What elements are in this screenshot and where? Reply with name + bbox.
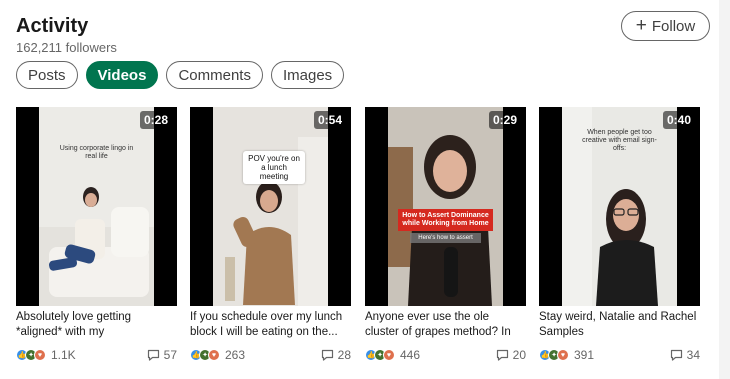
tab-images[interactable]: Images (270, 61, 345, 89)
follow-button-label: Follow (651, 17, 696, 35)
video-frame-illustration (388, 135, 492, 306)
tab-comments[interactable]: Comments (166, 61, 263, 89)
video-card[interactable]: Using corporate lingo in real life 0:28 … (16, 107, 177, 362)
video-stats: 👍 ✦ ♥ 263 28 (190, 348, 351, 362)
comment-icon (670, 349, 682, 361)
comment-count: 34 (686, 348, 700, 362)
video-overlay-text: POV you're on a lunch meeting (243, 151, 305, 184)
activity-tabs: Posts Videos Comments Images (16, 61, 345, 89)
video-duration: 0:29 (488, 111, 521, 129)
reaction-icons: 👍 ✦ ♥ (16, 349, 48, 361)
follow-button[interactable]: + Follow (621, 11, 710, 41)
video-thumbnail[interactable]: How to Assert Dominance while Working fr… (365, 107, 526, 306)
reactions[interactable]: 👍 ✦ ♥ 263 (190, 348, 245, 362)
comments[interactable]: 28 (321, 348, 351, 362)
video-thumbnail[interactable]: POV you're on a lunch meeting 0:54 (190, 107, 351, 306)
scrollbar[interactable] (719, 0, 730, 379)
love-icon: ♥ (557, 349, 569, 361)
video-stats: 👍 ✦ ♥ 446 20 (365, 348, 526, 362)
reaction-icons: 👍 ✦ ♥ (539, 349, 571, 361)
comments[interactable]: 34 (670, 348, 700, 362)
reaction-count: 263 (225, 348, 246, 362)
video-card[interactable]: When people get too creative with email … (539, 107, 700, 362)
video-stats: 👍 ✦ ♥ 1.1K 57 (16, 348, 177, 362)
video-thumbnail[interactable]: Using corporate lingo in real life 0:28 (16, 107, 177, 306)
love-icon: ♥ (208, 349, 220, 361)
comment-icon (147, 349, 159, 361)
video-frame: How to Assert Dominance while Working fr… (388, 107, 503, 306)
reaction-icons: 👍 ✦ ♥ (190, 349, 222, 361)
video-caption[interactable]: If you schedule over my lunch block I wi… (190, 310, 351, 340)
comment-count: 28 (337, 348, 351, 362)
video-caption[interactable]: Absolutely love getting *aligned* with m… (16, 310, 177, 340)
video-frame: POV you're on a lunch meeting (213, 107, 328, 306)
love-icon: ♥ (34, 349, 46, 361)
video-duration: 0:28 (139, 111, 172, 129)
video-thumbnail[interactable]: When people get too creative with email … (539, 107, 700, 306)
video-overlay-text: How to Assert Dominance while Working fr… (398, 209, 493, 231)
comment-count: 57 (163, 348, 177, 362)
comments[interactable]: 57 (147, 348, 177, 362)
love-icon: ♥ (383, 349, 395, 361)
video-card[interactable]: POV you're on a lunch meeting 0:54 If yo… (190, 107, 351, 362)
comments[interactable]: 20 (496, 348, 526, 362)
page-title: Activity (16, 15, 89, 37)
tab-videos[interactable]: Videos (85, 61, 159, 89)
plus-icon: + (635, 14, 647, 36)
video-stats: 👍 ✦ ♥ 391 34 (539, 348, 700, 362)
video-overlay-subtext: Here's how to assert (410, 233, 481, 243)
video-caption[interactable]: Stay weird, Natalie and Rachel Samples (539, 310, 700, 340)
tab-posts[interactable]: Posts (16, 61, 78, 89)
video-frame-illustration (39, 187, 154, 306)
comment-icon (496, 349, 508, 361)
comment-icon (321, 349, 333, 361)
video-frame: When people get too creative with email … (562, 107, 677, 306)
reactions[interactable]: 👍 ✦ ♥ 391 (539, 348, 594, 362)
video-duration: 0:40 (662, 111, 695, 129)
video-duration: 0:54 (313, 111, 346, 129)
video-overlay-text: When people get too creative with email … (582, 129, 657, 152)
comment-count: 20 (512, 348, 526, 362)
follower-count: 162,211 followers (16, 40, 117, 55)
reaction-count: 446 (400, 348, 421, 362)
video-card[interactable]: How to Assert Dominance while Working fr… (365, 107, 526, 362)
reactions[interactable]: 👍 ✦ ♥ 1.1K (16, 348, 76, 362)
reaction-count: 1.1K (51, 348, 76, 362)
activity-header: Activity 162,211 followers (16, 14, 117, 56)
reaction-count: 391 (574, 348, 595, 362)
video-overlay-text: Using corporate lingo in real life (59, 145, 134, 160)
reactions[interactable]: 👍 ✦ ♥ 446 (365, 348, 420, 362)
reaction-icons: 👍 ✦ ♥ (365, 349, 397, 361)
video-frame: Using corporate lingo in real life (39, 107, 154, 306)
video-caption[interactable]: Anyone ever use the ole cluster of grape… (365, 310, 526, 340)
video-frame-illustration (225, 137, 328, 306)
